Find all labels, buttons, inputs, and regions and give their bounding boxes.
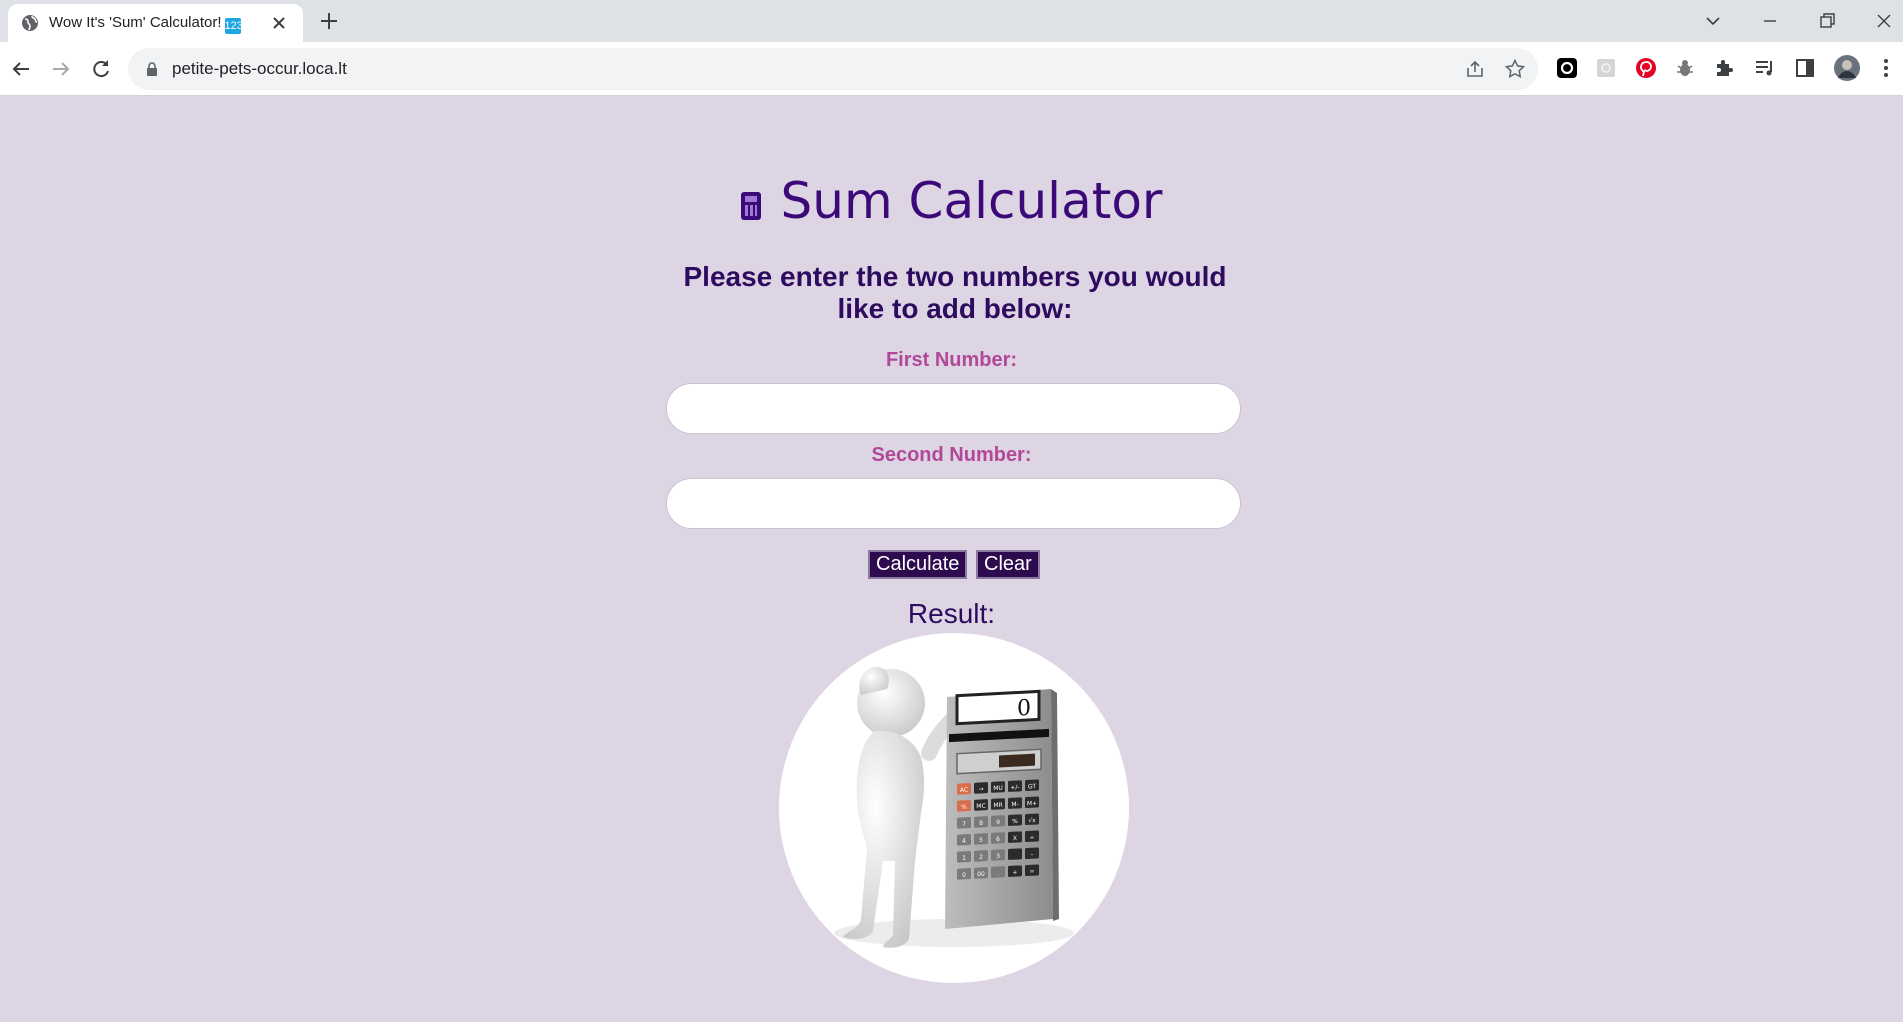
calculator-key-label: 1: [962, 855, 966, 862]
calculator-key-label: GT: [1028, 783, 1036, 790]
star-icon[interactable]: [1504, 58, 1526, 80]
calculator-key-label: %: [961, 804, 967, 811]
bug-icon[interactable]: [1673, 56, 1697, 80]
minimize-icon[interactable]: [1757, 8, 1783, 34]
back-arrow-icon[interactable]: [7, 55, 35, 83]
second-number-label: Second Number:: [871, 444, 1032, 466]
puzzle-extensions-icon[interactable]: [1713, 56, 1737, 80]
calculator-key-label: 7: [962, 821, 966, 828]
tab-title: Wow It's 'Sum' Calculator! 1234: [49, 14, 250, 34]
url-text[interactable]: petite-pets-occur.loca.lt: [172, 59, 347, 79]
media-playlist-icon[interactable]: [1753, 56, 1777, 80]
pinterest-icon[interactable]: [1634, 56, 1658, 80]
browser-toolbar: petite-pets-occur.loca.lt: [0, 42, 1903, 96]
calculator-key-label: →: [978, 786, 983, 793]
input-numbers-icon: 1234: [224, 18, 250, 34]
result-label: Result:: [907, 598, 996, 629]
abacus-icon: [740, 192, 761, 220]
address-bar[interactable]: petite-pets-occur.loca.lt: [128, 48, 1538, 90]
reload-icon[interactable]: [87, 55, 115, 83]
lock-icon[interactable]: [144, 61, 160, 77]
menu-kebab-icon[interactable]: [1874, 56, 1898, 80]
globe-icon: [22, 15, 38, 31]
forward-arrow-icon[interactable]: [47, 55, 75, 83]
calculator-key-label: 3: [996, 853, 1000, 860]
calculator-key-label: MU: [993, 785, 1003, 792]
calculator-key-label: .: [997, 870, 999, 877]
chevron-down-icon[interactable]: [1700, 8, 1726, 34]
page-title: Sum Calculator: [0, 172, 1903, 230]
calculator-key-label: -: [1031, 851, 1033, 858]
calculator-illustration: 0 AC → MU +/- GT% MC MR M- M+ 7 8 9% √x 4 5 6 X ÷ 1 2 3-0 00.…: [779, 633, 1129, 983]
calculator-key-label: +/-: [1010, 784, 1019, 791]
browser-tab[interactable]: Wow It's 'Sum' Calculator! 1234: [8, 4, 303, 42]
instructions-heading: Please enter the two numbers you would l…: [683, 261, 1227, 324]
grammarly-extension-icon[interactable]: [1555, 56, 1579, 80]
calculator-key-label: %: [1012, 818, 1018, 825]
page-content: Sum Calculator Please enter the two numb…: [0, 96, 1903, 1022]
calculator-key-label: 5: [979, 837, 983, 844]
calculator-key-label: MR: [993, 802, 1002, 809]
window-close-icon[interactable]: [1871, 8, 1897, 34]
new-tab-icon[interactable]: [318, 10, 340, 32]
clear-button[interactable]: Clear: [976, 550, 1040, 579]
calculator-key-label: √x: [1028, 817, 1036, 824]
calculate-button[interactable]: Calculate: [868, 550, 968, 579]
calculator-key-label: 4: [962, 838, 966, 845]
calculator-key-label: M-: [1011, 801, 1018, 808]
calculator-key-label: MC: [976, 803, 985, 810]
close-icon[interactable]: [269, 13, 289, 33]
calculator-key: [1008, 848, 1022, 860]
restore-icon[interactable]: [1814, 8, 1840, 34]
calculator-key-label: AC: [960, 787, 968, 794]
share-icon[interactable]: [1464, 58, 1486, 80]
calculator-key-label: =: [1029, 868, 1034, 875]
calculator-key-label: 0: [962, 872, 966, 879]
first-number-label: First Number:: [885, 349, 1018, 371]
calculator-key-label: 6: [996, 836, 1000, 843]
calculator-key-label: M+: [1027, 800, 1037, 808]
calculator-key-label: ÷: [1029, 834, 1034, 841]
calculator-key-label: X: [1013, 835, 1017, 842]
calculator-key-label: +: [1012, 869, 1017, 876]
calculator-key-label: 9: [996, 819, 1000, 826]
calculator-key-label: 8: [979, 820, 983, 827]
thinking-figure-with-calculator-image: 0 AC → MU +/- GT% MC MR M- M+7 8 9% √x4 5 6 X ÷1 2 3 -0 00.…: [834, 666, 1074, 948]
second-number-input[interactable]: [666, 478, 1241, 529]
first-number-input[interactable]: [666, 383, 1241, 434]
side-panel-icon[interactable]: [1793, 56, 1817, 80]
tab-bar: Wow It's 'Sum' Calculator! 1234: [0, 0, 1903, 42]
calculator-key-label: 2: [979, 854, 983, 861]
calculator-key-label: 00: [977, 871, 985, 878]
profile-avatar[interactable]: [1833, 54, 1861, 82]
calculator-display-value: 0: [1017, 696, 1031, 722]
inactive-extension-icon[interactable]: [1594, 56, 1618, 80]
